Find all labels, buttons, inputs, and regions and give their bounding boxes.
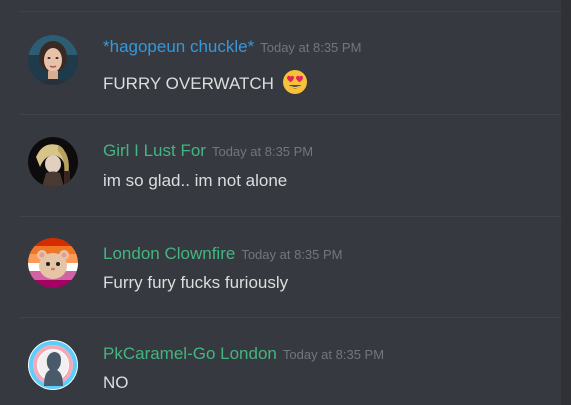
username[interactable]: Girl I Lust For (103, 141, 206, 160)
heart-eyes-emoji-icon[interactable] (282, 69, 308, 100)
timestamp: Today at 8:35 PM (260, 40, 362, 55)
message-content: FURRY OVERWATCH (103, 69, 308, 100)
message-content: im so glad.. im not alone (103, 171, 287, 191)
message-content: Furry fury fucks furiously (103, 273, 288, 293)
message-header: London Clownfire Today at 8:35 PM (103, 244, 342, 264)
timestamp: Today at 8:35 PM (282, 347, 385, 362)
message-header: PkCaramel-Go London Today at 8:35 PM (103, 344, 384, 364)
message-text: im so glad.. im not alone (103, 171, 288, 190)
username[interactable]: London Clownfire (103, 244, 235, 263)
message-text: Furry fury fucks furiously (103, 273, 289, 292)
message-item[interactable]: PkCaramel-Go London Today at 8:35 PM NO (0, 317, 560, 405)
avatar[interactable] (28, 35, 78, 85)
message-item[interactable]: *hagopeun chuckle* Today at 8:35 PM FURRY… (0, 12, 560, 112)
message-item[interactable]: Girl I Lust For Today at 8:35 PM im so gl… (0, 114, 560, 214)
message-text: FURRY OVERWATCH (103, 74, 274, 93)
avatar[interactable] (28, 340, 78, 390)
chat-messages-pane[interactable]: *hagopeun chuckle* Today at 8:35 PM FURRY… (0, 0, 571, 405)
silhouette-trans-flag-avatar-icon (28, 340, 78, 390)
message-header: Girl I Lust For Today at 8:35 PM (103, 141, 313, 161)
message-header: *hagopeun chuckle* Today at 8:35 PM (103, 37, 361, 57)
message-item[interactable]: London Clownfire Today at 8:35 PM Furry f… (0, 216, 560, 316)
timestamp: Today at 8:35 PM (241, 247, 343, 262)
username[interactable]: PkCaramel-Go London (103, 344, 277, 363)
username[interactable]: *hagopeun chuckle* (103, 37, 254, 56)
message-content: NO (103, 373, 129, 393)
avatar[interactable] (28, 137, 78, 187)
avatar[interactable] (28, 238, 78, 288)
blonde-character-avatar-icon (28, 137, 78, 187)
woman-portrait-avatar-icon (28, 35, 78, 85)
scrollbar-track[interactable] (561, 0, 571, 405)
timestamp: Today at 8:35 PM (211, 144, 314, 159)
hamster-pride-flag-avatar-icon (28, 238, 78, 288)
message-text: NO (103, 373, 129, 392)
